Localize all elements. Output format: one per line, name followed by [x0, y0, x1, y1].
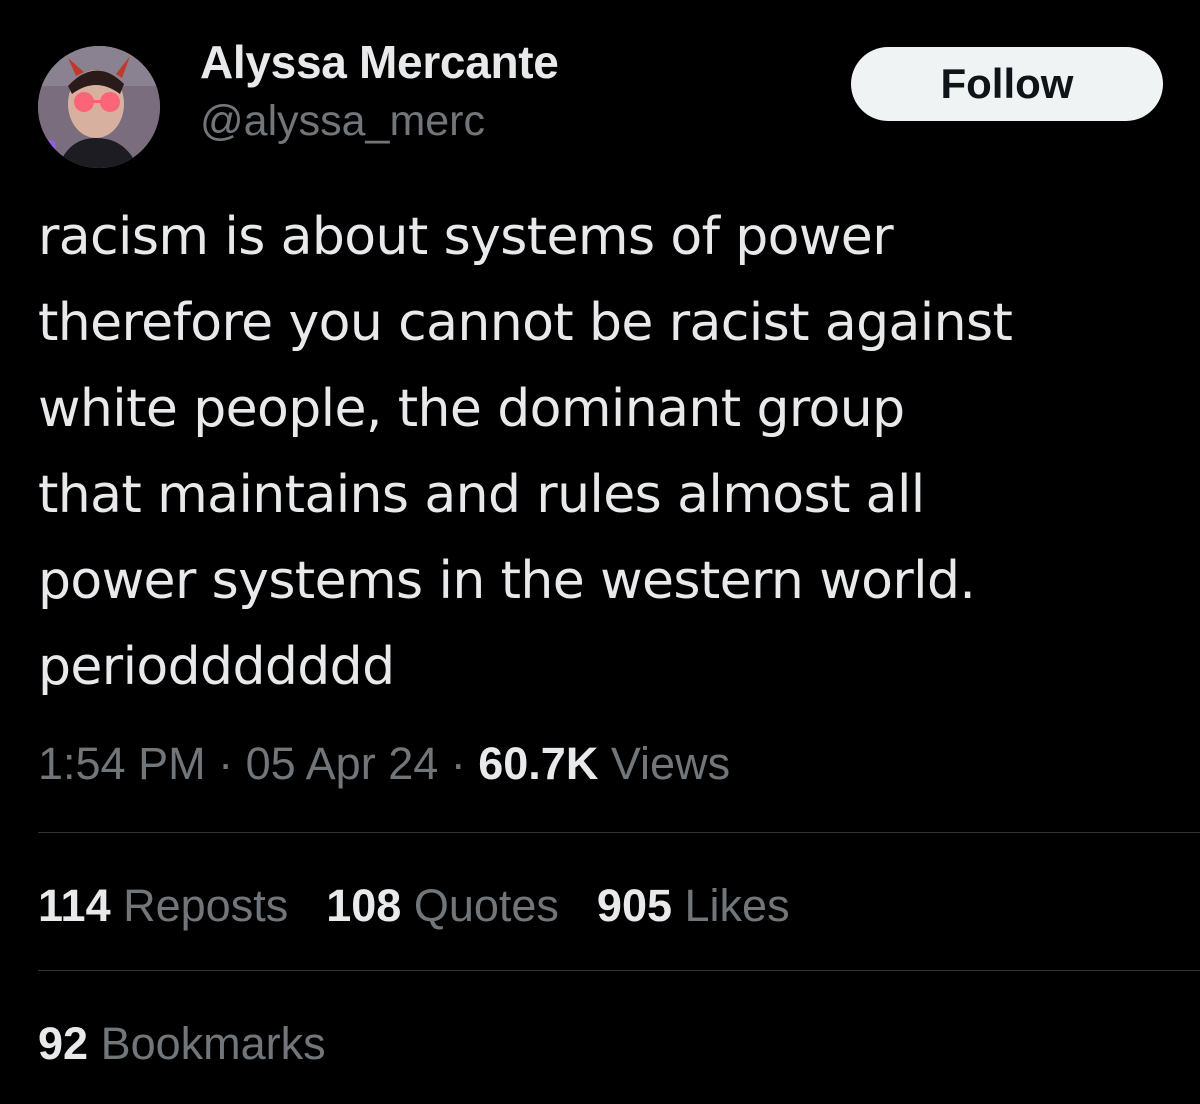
tweet: Alyssa Mercante @alyssa_merc Follow raci…	[0, 0, 1200, 1104]
tweet-text-line: perioddddddd	[38, 637, 395, 697]
likes-count: 905	[596, 880, 673, 931]
views-label: Views	[610, 738, 731, 789]
reposts-stat[interactable]: 114 Reposts	[38, 876, 288, 936]
divider	[38, 970, 1200, 971]
tweet-text-line: therefore you cannot be racist against	[38, 293, 1013, 353]
likes-label: Likes	[684, 880, 790, 931]
bookmarks-label: Bookmarks	[100, 1018, 326, 1069]
views-count: 60.7K	[478, 738, 599, 789]
quotes-stat[interactable]: 108 Quotes	[326, 876, 559, 936]
meta-separator: ·	[438, 738, 479, 789]
quotes-count: 108	[326, 880, 402, 931]
tweet-date[interactable]: 05 Apr 24	[246, 738, 439, 789]
reposts-count: 114	[38, 880, 111, 931]
bookmarks-count: 92	[38, 1018, 89, 1069]
user-avatar[interactable]	[38, 46, 160, 168]
likes-stat[interactable]: 905 Likes	[597, 876, 790, 936]
engagement-stats: 114 Reposts 108 Quotes 905 Likes	[38, 876, 828, 936]
tweet-text-line: power systems in the western world.	[38, 551, 976, 611]
user-names: Alyssa Mercante @alyssa_merc	[200, 38, 559, 146]
meta-separator: ·	[205, 738, 246, 789]
display-name[interactable]: Alyssa Mercante	[200, 38, 559, 86]
user-handle[interactable]: @alyssa_merc	[200, 96, 559, 146]
bookmarks-stat[interactable]: 92 Bookmarks	[38, 1014, 326, 1074]
tweet-text: racism is about systems of power therefo…	[38, 194, 1178, 710]
follow-button[interactable]: Follow	[851, 47, 1163, 121]
tweet-text-line: racism is about systems of power	[38, 207, 894, 267]
tweet-text-line: that maintains and rules almost all	[38, 465, 925, 525]
avatar-image	[38, 46, 160, 168]
quotes-label: Quotes	[413, 880, 559, 931]
tweet-meta: 1:54 PM · 05 Apr 24 · 60.7K Views	[38, 734, 730, 794]
tweet-time[interactable]: 1:54 PM	[38, 738, 206, 789]
tweet-text-line: white people, the dominant group	[38, 379, 905, 439]
tweet-header: Alyssa Mercante @alyssa_merc Follow	[38, 38, 1168, 168]
divider	[38, 832, 1200, 833]
reposts-label: Reposts	[123, 880, 289, 931]
